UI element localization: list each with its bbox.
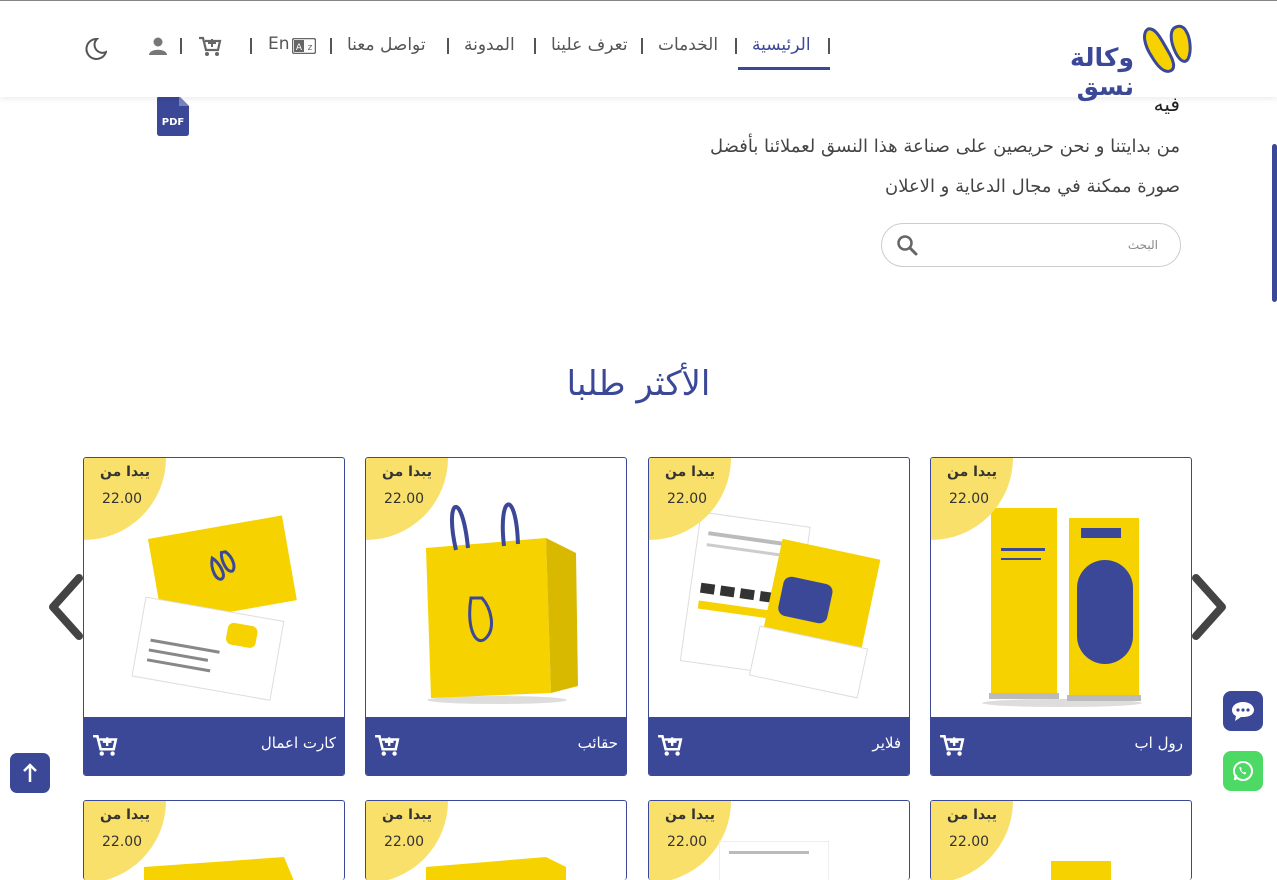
price-value: 22.00 [667,491,708,507]
scroll-to-top-button[interactable] [10,753,50,793]
rollup-banner-image [1051,861,1111,880]
main-nav: الرئيسية الخدمات تعرف علينا المدونة تواص… [0,34,1277,65]
moon-icon[interactable] [85,38,107,60]
product-card-row2[interactable]: يبدا من 22.00 [930,800,1192,880]
site-header: وكالة نسق الرئيسية الخدمات تعرف علينا ال… [0,1,1277,101]
price-label: يبدا من [382,807,432,823]
card-footer: فلاير [649,717,909,775]
product-card-row2[interactable]: يبدا من 22.00 [648,800,910,880]
price-label: يبدا من [100,807,150,823]
svg-text:PDF: PDF [162,117,184,128]
chat-bubble-icon [1232,702,1254,721]
card-footer: رول اب [931,717,1191,775]
product-card-rollup[interactable]: يبدا من 22.00 رول اب [930,457,1192,776]
price-value: 22.00 [949,834,990,850]
bag-image [426,857,566,880]
section-title-most-requested: الأكثر طلبا [566,364,711,404]
cart-plus-icon[interactable] [657,733,683,759]
user-icon[interactable] [149,37,167,55]
language-card-icon[interactable]: A z [292,38,316,54]
price-value: 22.00 [384,834,425,850]
price-value: 22.00 [667,834,708,850]
carousel-next-arrow-icon[interactable] [1190,572,1230,642]
hero-text-line-1: من بدايتنا و نحن حريصين على صناعة هذا ال… [709,136,1180,157]
nav-separator [250,38,252,54]
cart-plus-icon[interactable] [939,733,965,759]
flyer-image [719,841,829,880]
nav-separator [180,38,182,54]
search-icon[interactable] [896,234,918,256]
whatsapp-button[interactable] [1223,751,1263,791]
price-label: يبدا من [947,464,997,480]
arrow-up-icon [23,763,37,782]
svg-text:z: z [308,43,313,53]
price-value: 22.00 [102,834,143,850]
nav-separator [641,38,643,54]
price-label: يبدا من [947,807,997,823]
product-card-business-card[interactable]: يبدا من 22.00 كارت اعمال [83,457,345,776]
nav-separator [735,38,737,54]
nav-home[interactable]: الرئيسية [752,35,811,55]
language-switch-label[interactable]: En [268,34,290,54]
product-name[interactable]: كارت اعمال [261,734,336,752]
product-card-flyer[interactable]: يبدا من 22.00 فلاير [648,457,910,776]
nav-active-underline [738,67,830,70]
svg-text:A: A [296,43,303,53]
business-card-image [144,857,294,880]
product-name[interactable]: فلاير [872,734,901,752]
nav-separator [330,38,332,54]
price-label: يبدا من [665,807,715,823]
product-card-row2[interactable]: يبدا من 22.00 [365,800,627,880]
product-name[interactable]: رول اب [1135,734,1183,752]
nav-separator [447,38,449,54]
cart-plus-icon[interactable] [374,733,400,759]
product-name[interactable]: حقائب [578,734,618,752]
product-card-row2[interactable]: يبدا من 22.00 [83,800,345,880]
price-value: 22.00 [102,491,143,507]
nav-contact[interactable]: تواصل معنا [347,35,426,55]
search-box [881,223,1181,267]
pdf-file-icon[interactable]: PDF [157,96,189,136]
price-value: 22.00 [384,491,425,507]
whatsapp-icon [1233,761,1253,781]
nav-blog[interactable]: المدونة [464,35,515,55]
price-label: يبدا من [382,464,432,480]
price-label: يبدا من [665,464,715,480]
carousel-prev-arrow-icon[interactable] [45,572,85,642]
page-scrollbar-thumb[interactable] [1272,144,1277,302]
cart-plus-icon[interactable] [198,36,222,58]
cart-plus-icon[interactable] [92,733,118,759]
search-input[interactable] [932,234,1158,256]
price-value: 22.00 [949,491,990,507]
chat-button[interactable] [1223,691,1263,731]
product-card-bags[interactable]: يبدا من 22.00 حقائب [365,457,627,776]
nav-separator [534,38,536,54]
nav-separator [828,38,830,54]
nav-about[interactable]: تعرف علينا [551,35,628,55]
hero-text-line-2: صورة ممكنة في مجال الدعاية و الاعلان [884,176,1180,197]
card-footer: حقائب [366,717,626,775]
nav-services[interactable]: الخدمات [658,35,718,55]
card-footer: كارت اعمال [84,717,344,775]
price-label: يبدا من [100,464,150,480]
